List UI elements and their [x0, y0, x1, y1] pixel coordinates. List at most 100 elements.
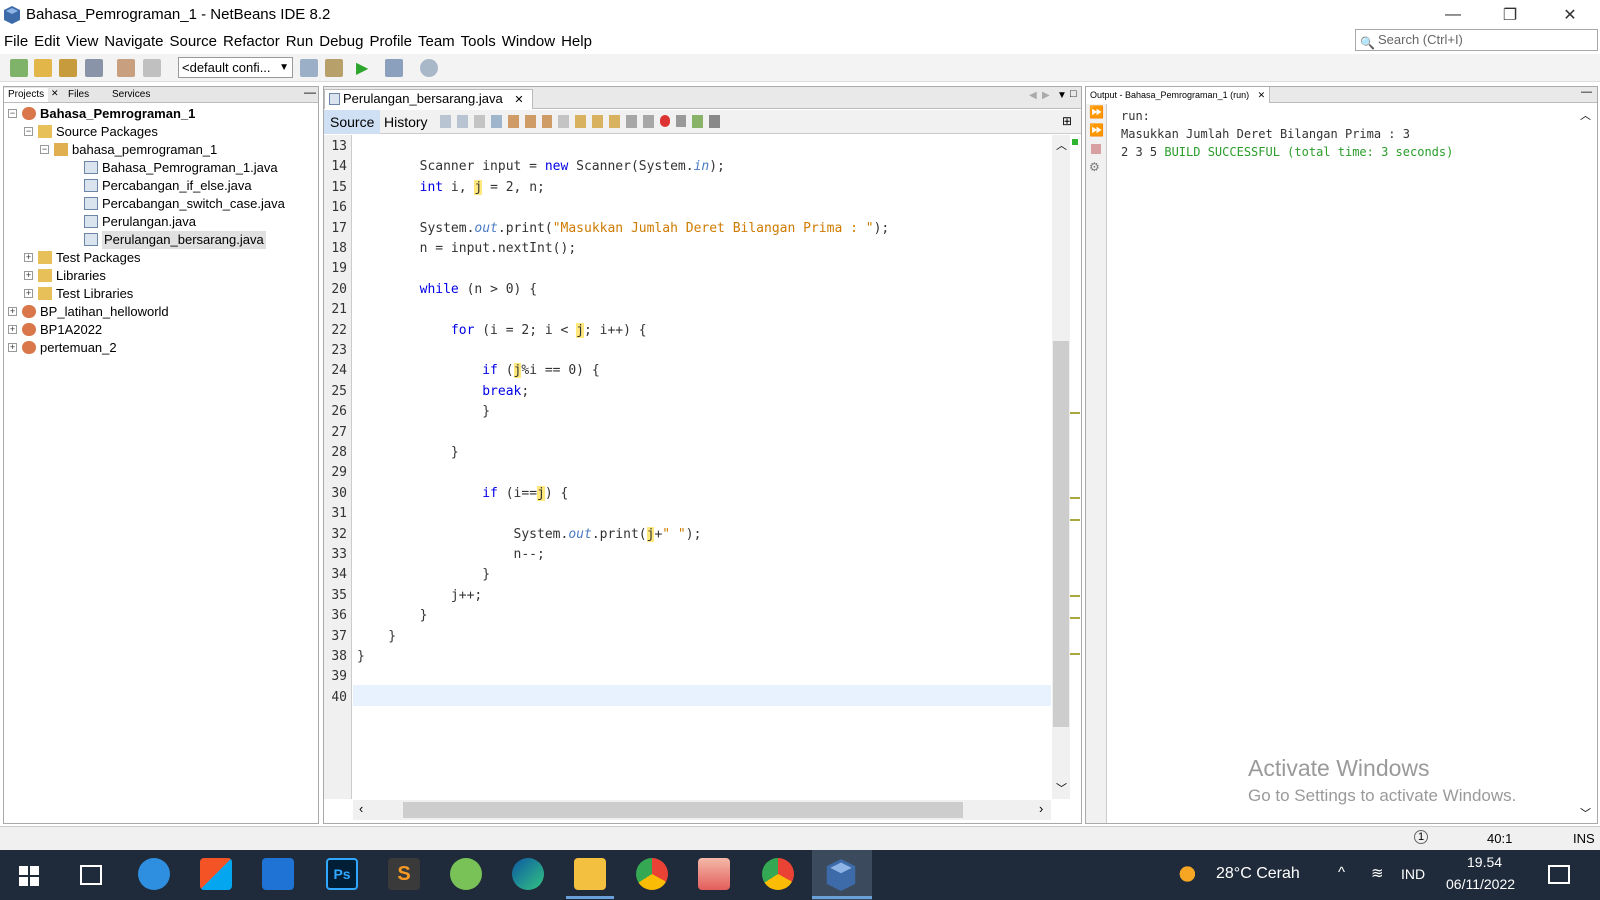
tree-item[interactable]: BP_latihan_helloworld — [40, 303, 169, 321]
code-area[interactable]: Scanner input = new Scanner(System.in); … — [353, 135, 1051, 799]
code-line[interactable]: j++; — [357, 588, 482, 603]
minimize-panel-icon[interactable]: — — [1581, 86, 1592, 98]
run-icon[interactable]: ▶ — [356, 58, 368, 78]
output-tab[interactable]: Output - Bahasa_Pemrograman_1 (run) ✕ — [1086, 87, 1271, 103]
wifi-icon[interactable]: ≋ — [1371, 864, 1384, 882]
chevron-down-icon[interactable]: ▼ — [1057, 90, 1067, 101]
file-explorer-icon[interactable] — [574, 858, 606, 890]
android-studio-icon[interactable] — [450, 858, 482, 890]
history-button[interactable]: History — [378, 110, 434, 134]
collapse-icon[interactable]: − — [24, 127, 33, 136]
close-button[interactable]: ✕ — [1547, 0, 1593, 30]
tree-item[interactable]: Percabangan_if_else.java — [102, 177, 252, 195]
minimize-button[interactable]: — — [1430, 0, 1476, 30]
split-icon[interactable]: ⊞ — [1062, 114, 1072, 128]
code-line[interactable]: } — [357, 629, 396, 644]
scroll-up-icon[interactable]: ︿ — [1580, 107, 1591, 123]
find-next-icon[interactable] — [524, 115, 536, 128]
rerun-params-icon[interactable]: ⏩ — [1089, 123, 1104, 137]
menu-team[interactable]: Team — [418, 33, 455, 50]
new-file-icon[interactable] — [10, 59, 28, 77]
build-icon[interactable] — [300, 59, 318, 77]
tree-item[interactable]: Libraries — [56, 267, 106, 285]
vertical-scrollbar[interactable]: ︿ ﹀ — [1052, 135, 1070, 799]
photoshop-icon[interactable]: Ps — [326, 858, 358, 890]
menu-file[interactable]: File — [4, 33, 28, 50]
netbeans-taskbar-item[interactable] — [812, 850, 872, 900]
save-all-icon[interactable] — [85, 59, 103, 77]
code-line[interactable]: } — [357, 404, 490, 419]
clock-date[interactable]: 06/11/2022 — [1446, 876, 1515, 892]
scroll-left-icon[interactable]: ◀ — [1029, 90, 1037, 101]
weather-icon[interactable] — [1177, 863, 1203, 885]
mark[interactable] — [1070, 617, 1080, 619]
tree-item[interactable]: bahasa_pemrograman_1 — [72, 141, 217, 159]
code-line[interactable]: for (i = 2; i < j; i++) { — [357, 322, 647, 338]
notification-center-icon[interactable] — [1548, 865, 1570, 884]
code-line[interactable]: break; — [357, 384, 529, 399]
code-line[interactable]: n--; — [357, 547, 545, 562]
redo-icon[interactable] — [143, 59, 161, 77]
last-edit-icon[interactable] — [440, 115, 451, 128]
expand-icon[interactable]: + — [8, 343, 17, 352]
shift-right-icon[interactable] — [643, 115, 654, 128]
scroll-down-icon[interactable]: ﹀ — [1580, 805, 1591, 821]
find-prev-icon[interactable] — [507, 115, 519, 128]
tree-item[interactable]: Test Libraries — [56, 285, 133, 303]
toggle-selection-icon[interactable] — [558, 115, 570, 128]
tab-files[interactable]: Files — [64, 88, 93, 102]
chrome-icon[interactable] — [636, 858, 668, 890]
scroll-down-icon[interactable]: ﹀ — [1056, 780, 1067, 796]
expand-icon[interactable]: + — [8, 307, 17, 316]
code-line[interactable]: if (i==j) { — [357, 485, 568, 501]
tree-item[interactable]: BP1A2022 — [40, 321, 102, 339]
scroll-up-icon[interactable]: ︿ — [1056, 137, 1067, 153]
find-icon[interactable] — [490, 115, 502, 128]
code-line[interactable]: } — [357, 649, 365, 664]
rerun-icon[interactable]: ⏩ — [1089, 105, 1104, 119]
chevron-up-icon[interactable]: ^ — [1338, 864, 1345, 881]
weather-text[interactable]: 28°C Cerah — [1216, 865, 1300, 883]
expand-icon[interactable]: + — [24, 271, 33, 280]
next-bookmark-icon[interactable] — [592, 115, 604, 128]
comment-icon[interactable] — [692, 115, 704, 128]
store-icon[interactable] — [200, 858, 232, 890]
vertical-scroll-thumb[interactable] — [1053, 341, 1069, 727]
language-indicator[interactable]: IND — [1401, 866, 1425, 882]
stop-macro-icon[interactable] — [676, 115, 687, 127]
mail-icon[interactable] — [262, 858, 294, 890]
menu-edit[interactable]: Edit — [34, 33, 60, 50]
sublime-text-icon[interactable]: S — [388, 858, 420, 890]
collapse-icon[interactable]: − — [40, 145, 49, 154]
settings-icon[interactable]: ⚙ — [1089, 160, 1100, 174]
scroll-right-icon[interactable]: › — [1039, 801, 1043, 816]
code-line[interactable]: } — [357, 445, 459, 460]
menu-view[interactable]: View — [66, 33, 98, 50]
clean-build-icon[interactable] — [325, 59, 343, 77]
back-icon[interactable] — [456, 115, 468, 128]
minimize-panel-icon[interactable]: — — [304, 85, 316, 99]
sync-app-icon[interactable] — [138, 858, 170, 890]
tree-item[interactable]: Test Packages — [56, 249, 141, 267]
tree-item[interactable]: Perulangan_bersarang.java — [102, 231, 266, 249]
menu-run[interactable]: Run — [286, 33, 314, 50]
menu-window[interactable]: Window — [502, 33, 555, 50]
code-line[interactable]: if (j%i == 0) { — [357, 363, 600, 379]
code-line[interactable]: } — [357, 608, 428, 623]
code-line[interactable]: } — [357, 567, 490, 582]
menu-refactor[interactable]: Refactor — [223, 33, 280, 50]
scroll-right-icon[interactable]: ▶ — [1042, 90, 1050, 101]
menu-source[interactable]: Source — [169, 33, 217, 50]
code-line[interactable]: while (n > 0) { — [357, 282, 537, 297]
chrome-profile-icon[interactable] — [762, 858, 794, 890]
menu-debug[interactable]: Debug — [319, 33, 363, 50]
tree-item[interactable]: Percabangan_switch_case.java — [102, 195, 285, 213]
start-icon[interactable] — [19, 866, 39, 886]
close-icon[interactable]: ✕ — [514, 94, 523, 106]
expand-icon[interactable]: + — [24, 253, 33, 262]
mark[interactable] — [1070, 497, 1080, 499]
new-project-icon[interactable] — [34, 59, 52, 77]
maximize-button[interactable]: ❐ — [1487, 0, 1533, 30]
code-line[interactable]: int i, j = 2, n; — [357, 179, 545, 195]
code-line[interactable]: Scanner input = new Scanner(System.in); — [357, 159, 725, 174]
